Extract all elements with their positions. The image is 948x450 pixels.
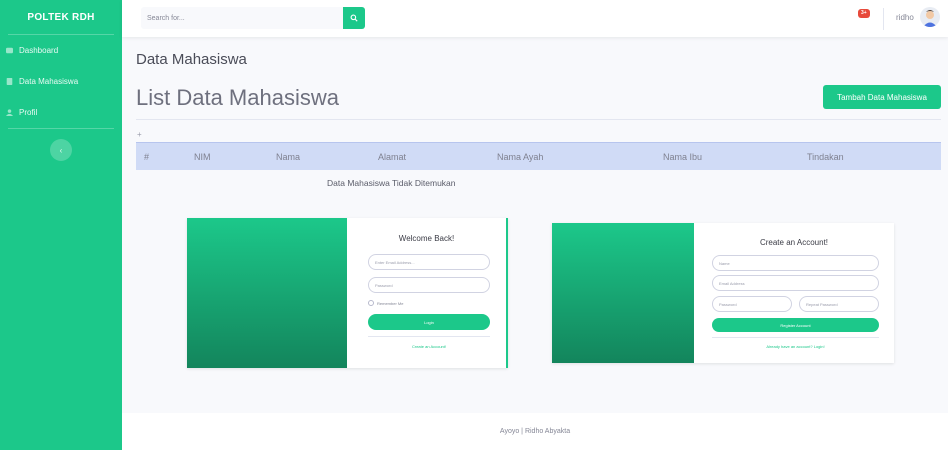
column-header: Tindakan: [807, 151, 844, 162]
login-button[interactable]: Login: [368, 314, 490, 330]
main-content: Data Mahasiswa List Data Mahasiswa Tamba…: [122, 37, 948, 413]
repeat-password-field[interactable]: Repeat Password: [799, 296, 879, 312]
add-student-button[interactable]: Tambah Data Mahasiswa: [823, 85, 941, 109]
register-card-image: [552, 223, 694, 363]
brand-title[interactable]: POLTEK RDH: [0, 0, 122, 34]
plus-icon[interactable]: +: [137, 130, 142, 139]
form-divider: [368, 336, 490, 337]
login-card: Welcome Back! Enter Email Address... Pas…: [187, 218, 508, 368]
sidebar-item-profil[interactable]: Profil: [0, 97, 122, 128]
page-title: Data Mahasiswa: [136, 51, 247, 68]
sidebar: POLTEK RDH Dashboard Data Mahasiswa Prof…: [0, 0, 122, 450]
table-header-row: # NIM Nama Alamat Nama Ayah Nama Ibu Tin…: [136, 142, 941, 170]
column-header: Nama Ayah: [497, 151, 544, 162]
alerts-bell-button[interactable]: 3+: [853, 9, 871, 25]
sidebar-item-dashboard[interactable]: Dashboard: [0, 35, 122, 66]
footer: Ayoyo | Ridho Abyakta: [122, 413, 948, 450]
empty-table-message: Data Mahasiswa Tidak Ditemukan: [327, 178, 456, 188]
register-button[interactable]: Register Account: [712, 318, 879, 332]
form-divider: [712, 337, 879, 338]
sidebar-item-label: Dashboard: [19, 46, 59, 55]
column-header: #: [144, 151, 150, 162]
column-header: NIM: [194, 151, 211, 162]
password-field[interactable]: Password: [368, 277, 490, 293]
user-name[interactable]: ridho: [896, 13, 914, 22]
sidebar-divider: [8, 128, 114, 129]
alert-count-badge: 3+: [858, 9, 870, 18]
login-title: Welcome Back!: [398, 234, 455, 243]
email-field[interactable]: Email Address: [712, 275, 879, 291]
search-icon: [350, 14, 358, 22]
name-field[interactable]: Name: [712, 255, 879, 271]
sidebar-item-label: Profil: [19, 108, 38, 117]
dashboard-icon: [6, 47, 13, 54]
register-card: Create an Account! Name Email Address Pa…: [552, 223, 894, 363]
footer-text: Ayoyo | Ridho Abyakta: [499, 428, 571, 435]
search-input[interactable]: Search for...: [141, 7, 343, 29]
password-field[interactable]: Password: [712, 296, 792, 312]
search-button[interactable]: [343, 7, 365, 29]
register-form: Create an Account! Name Email Address Pa…: [694, 223, 894, 363]
topbar-divider: [883, 8, 884, 30]
remember-label: Remember Me: [377, 300, 404, 306]
remember-me-checkbox[interactable]: Remember Me: [368, 300, 403, 306]
table-icon: [6, 78, 13, 85]
avatar[interactable]: [920, 7, 940, 27]
checkbox-box: [368, 300, 374, 306]
topbar: Search for... 3+ ridho: [122, 0, 948, 37]
register-title: Create an Account!: [759, 238, 829, 247]
section-divider: [136, 119, 941, 120]
column-header: Nama Ibu: [663, 151, 703, 162]
column-header: Alamat: [378, 151, 407, 162]
avatar-icon: [923, 10, 937, 27]
column-header: Nama: [276, 151, 301, 162]
login-card-image: [187, 218, 347, 368]
sidebar-toggle-button[interactable]: ‹: [50, 139, 72, 161]
user-icon: [6, 109, 13, 116]
list-title: List Data Mahasiswa: [136, 85, 339, 110]
login-form: Welcome Back! Enter Email Address... Pas…: [347, 218, 506, 368]
login-link[interactable]: Already have an account? Login!: [712, 344, 879, 349]
email-field[interactable]: Enter Email Address...: [368, 254, 490, 270]
create-account-link[interactable]: Create an Account!: [368, 344, 490, 349]
sidebar-item-label: Data Mahasiswa: [19, 77, 79, 86]
sidebar-item-data-mahasiswa[interactable]: Data Mahasiswa: [0, 66, 122, 97]
